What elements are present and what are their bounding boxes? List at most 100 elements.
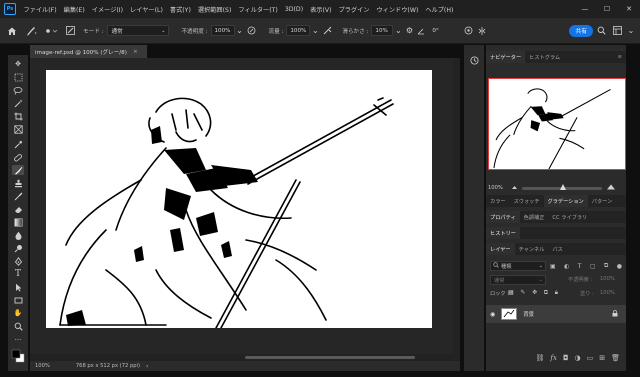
navigator-zoom-slider[interactable]	[521, 183, 602, 192]
horizontal-scrollbar[interactable]	[30, 354, 460, 361]
lasso-tool-icon[interactable]	[12, 85, 24, 95]
move-tool-icon[interactable]: ✥	[12, 59, 24, 69]
menu-filter[interactable]: フィルター(T)	[235, 5, 281, 14]
tab-adjustments[interactable]: 色調補正	[520, 211, 549, 223]
lock-all-icon[interactable]: 🔒︎	[555, 289, 558, 297]
layer-name[interactable]: 背景	[523, 310, 534, 318]
new-group-icon[interactable]: ▭	[587, 354, 594, 362]
brush-size-icon[interactable]	[41, 26, 63, 36]
lock-pixels-icon[interactable]: ✎	[520, 289, 525, 297]
fill-value[interactable]: 100%	[600, 290, 615, 296]
menu-view[interactable]: 表示(V)	[307, 5, 335, 14]
history-panel-icon[interactable]	[469, 55, 479, 65]
layer-row-background[interactable]: ◉ 背景	[486, 305, 626, 323]
visibility-eye-icon[interactable]: ◉	[490, 311, 495, 318]
lock-transparent-icon[interactable]: ▦	[508, 289, 514, 297]
magic-wand-tool-icon[interactable]	[12, 98, 24, 108]
flow-input[interactable]: 100%	[286, 25, 311, 36]
share-button[interactable]: 共有	[569, 24, 593, 37]
gradient-tool-icon[interactable]	[12, 217, 24, 227]
zoom-slider-handle[interactable]	[559, 183, 566, 192]
document-tab[interactable]: image-ref.psd @ 100% (グレー/8) ×	[30, 45, 147, 58]
color-swatches-icon[interactable]	[11, 349, 25, 363]
crop-tool-icon[interactable]	[12, 111, 24, 121]
document-canvas[interactable]	[46, 70, 432, 328]
navigator-preview[interactable]	[488, 78, 626, 170]
edit-toolbar-icon[interactable]: ···	[12, 335, 24, 345]
menu-window[interactable]: ウィンドウ(W)	[373, 5, 422, 14]
menu-select[interactable]: 選択範囲(S)	[194, 5, 235, 14]
search-icon[interactable]	[593, 26, 609, 35]
symmetry-icon[interactable]	[475, 26, 489, 36]
eyedropper-tool-icon[interactable]	[12, 139, 24, 149]
blend-mode-select[interactable]: 通常 ⌄	[490, 275, 546, 285]
smart-object-filter-icon[interactable]: ⧉	[604, 262, 608, 270]
brush-settings-panel-icon[interactable]	[63, 26, 77, 35]
workspace-dropdown-icon[interactable]: ⌄	[625, 26, 637, 35]
mode-select[interactable]: 通常 ⌄	[107, 25, 170, 36]
tab-swatches[interactable]: スウォッチ	[510, 195, 544, 207]
angle-input[interactable]: 0°	[429, 25, 451, 36]
lock-position-icon[interactable]: ✥	[532, 289, 537, 297]
link-layers-icon[interactable]: ⛓︎	[536, 354, 545, 362]
minimize-button[interactable]: —	[574, 0, 596, 18]
menu-plugins[interactable]: プラグイン	[335, 5, 373, 14]
eraser-tool-icon[interactable]	[12, 204, 24, 214]
type-tool-icon[interactable]: T	[12, 269, 24, 279]
gear-icon[interactable]: ⚙	[403, 26, 415, 35]
flow-dropdown-icon[interactable]: ⌄	[310, 26, 320, 35]
tab-channels[interactable]: チャンネル	[515, 243, 549, 255]
close-document-icon[interactable]: ×	[133, 49, 138, 55]
airbrush-icon[interactable]	[320, 26, 334, 35]
tab-patterns[interactable]: パターン	[588, 195, 617, 207]
tab-navigator[interactable]: ナビゲーター	[486, 51, 526, 63]
status-zoom[interactable]: 100%	[35, 363, 50, 369]
horizontal-scroll-thumb[interactable]	[245, 356, 415, 359]
smoothing-dropdown-icon[interactable]: ⌄	[393, 26, 403, 35]
home-icon[interactable]	[3, 26, 21, 36]
lock-artboard-icon[interactable]: ⧉	[544, 289, 548, 297]
layer-opacity-value[interactable]: 100%	[600, 276, 615, 282]
adjustment-layer-icon[interactable]: ◑	[575, 354, 581, 362]
menu-file[interactable]: ファイル(F)	[20, 5, 60, 14]
marquee-tool-icon[interactable]	[12, 72, 24, 82]
close-window-button[interactable]: ✕	[618, 0, 640, 18]
clone-stamp-tool-icon[interactable]	[12, 178, 24, 188]
add-mask-icon[interactable]: ◘	[563, 354, 569, 362]
zoom-in-icon[interactable]	[606, 184, 616, 192]
rectangle-tool-icon[interactable]	[12, 295, 24, 305]
status-arrow-icon[interactable]: ›	[146, 363, 148, 370]
zoom-tool-icon[interactable]	[12, 321, 24, 331]
layer-filter-select[interactable]: 種類 ⌄	[490, 261, 546, 271]
zoom-out-icon[interactable]	[511, 185, 518, 192]
workspace-icon[interactable]	[609, 26, 625, 35]
brush-tool-preset-icon[interactable]	[21, 26, 41, 36]
new-layer-icon[interactable]: ⊞	[599, 354, 605, 362]
maximize-button[interactable]: ☐	[596, 0, 618, 18]
filter-toggle-icon[interactable]: ●	[617, 263, 622, 270]
tab-color[interactable]: カラー	[486, 195, 510, 207]
opacity-dropdown-icon[interactable]: ⌄	[235, 26, 245, 35]
navigator-zoom-value[interactable]: 100%	[488, 185, 503, 191]
adjustment-filter-icon[interactable]: ◐	[564, 263, 569, 270]
healing-brush-tool-icon[interactable]	[12, 152, 24, 162]
delete-layer-icon[interactable]: 🗑︎	[611, 354, 620, 362]
type-filter-icon[interactable]: T	[578, 263, 582, 270]
pen-tool-icon[interactable]	[12, 256, 24, 266]
opacity-input[interactable]: 100%	[210, 25, 235, 36]
layer-style-icon[interactable]: fx	[550, 354, 557, 362]
hand-tool-icon[interactable]: ✋	[12, 308, 24, 318]
dodge-tool-icon[interactable]	[12, 243, 24, 253]
menu-3d[interactable]: 3D(D)	[281, 6, 306, 13]
brush-tool-icon[interactable]	[12, 165, 24, 175]
menu-edit[interactable]: 編集(E)	[60, 5, 88, 14]
frame-tool-icon[interactable]	[12, 124, 24, 134]
menu-help[interactable]: ヘルプ(H)	[422, 5, 457, 14]
menu-type[interactable]: 書式(Y)	[166, 5, 194, 14]
tab-cc-libraries[interactable]: CC ライブラリ	[548, 211, 591, 223]
pressure-size-icon[interactable]	[461, 26, 475, 35]
panel-menu-icon[interactable]: ≡	[618, 54, 622, 60]
tab-layers[interactable]: レイヤー	[486, 243, 515, 255]
menu-image[interactable]: イメージ(I)	[88, 5, 126, 14]
vertical-scrollbar[interactable]	[453, 58, 460, 354]
